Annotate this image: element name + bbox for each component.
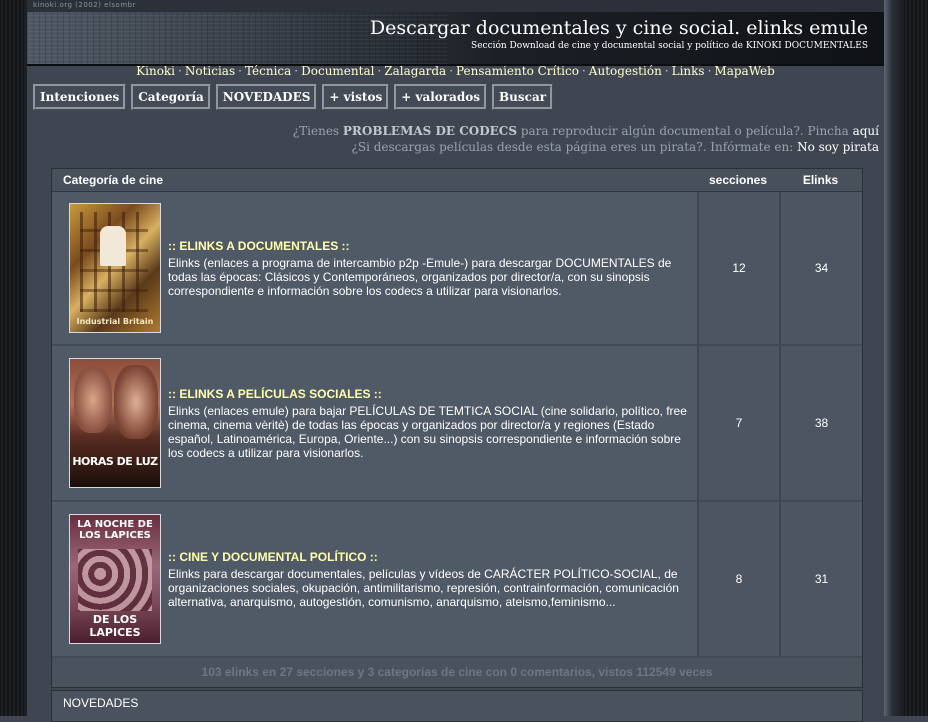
elinks-count: 31: [779, 502, 862, 656]
codecs-help-link[interactable]: aquí: [853, 124, 879, 138]
poster-caption-bottom: DE LOS LAPICES: [89, 613, 141, 639]
left-decorative-border: [0, 0, 24, 716]
poster-caption: Industrial Britain: [76, 317, 154, 326]
no-soy-pirata-link[interactable]: No soy pirata: [797, 140, 879, 154]
category-cell: LA NOCHE DE LOS LAPICES DE LOS LAPICES :…: [52, 502, 697, 656]
poster-face-right: [114, 365, 158, 439]
category-link-documentales[interactable]: :: ELINKS A DOCUMENTALES ::: [168, 239, 350, 253]
banner-subtitle: Sección Download de cine y documental so…: [471, 41, 868, 51]
column-header-elinks: Elinks: [802, 173, 839, 187]
poster-peliculas-sociales[interactable]: HORAS DE LUZ: [69, 358, 161, 488]
piracy-notice: ¿Si descargas películas desde esta págin…: [351, 140, 879, 154]
category-desc-text: Elinks (enlaces emule) para bajar PELÍCU…: [168, 403, 687, 460]
top-strip-text: kinoki.org (2002) elsombr: [33, 1, 136, 9]
novedades-button[interactable]: NOVEDADES: [215, 84, 318, 110]
poster-caption: HORAS DE LUZ: [72, 455, 158, 468]
category-cell: Industrial Britain :: ELINKS A DOCUMENTA…: [52, 192, 697, 344]
banner-title: Descargar documentales y cine social. el…: [369, 17, 868, 39]
right-frame-edge: [884, 0, 904, 716]
table-header: Categoría de cine secciones Elinks: [52, 169, 862, 192]
nav-separator: ·: [178, 64, 182, 78]
buscar-button[interactable]: Buscar: [492, 84, 554, 110]
poster-cine-politico[interactable]: LA NOCHE DE LOS LAPICES DE LOS LAPICES: [69, 514, 161, 644]
poster-caption-top: LA NOCHE DE LOS LAPICES: [77, 519, 153, 541]
nav-separator: ·: [377, 64, 382, 78]
poster-figure: [100, 226, 126, 266]
table-row: LA NOCHE DE LOS LAPICES DE LOS LAPICES :…: [52, 502, 862, 658]
nav-separator: ·: [294, 64, 299, 78]
stats-footer: 103 elinks en 27 secciones y 3 categoría…: [52, 658, 862, 687]
elinks-count: 38: [779, 346, 862, 500]
nav-separator: ·: [581, 64, 586, 78]
nav-link-zalagarda[interactable]: Zalagarda: [384, 64, 446, 78]
nav-link-kinoki[interactable]: Kinoki: [136, 64, 175, 78]
nav-link-pensamiento-critico[interactable]: Pensamiento Crítico: [456, 64, 579, 78]
category-description: :: ELINKS A DOCUMENTALES :: Elinks (enla…: [168, 239, 697, 298]
mas-valorados-button[interactable]: + valorados: [394, 84, 488, 110]
intenciones-button[interactable]: Intenciones: [33, 84, 127, 110]
sections-count: 8: [697, 502, 779, 656]
novedades-panel: NOVEDADES: [51, 690, 863, 722]
novedades-header: NOVEDADES: [63, 696, 139, 710]
category-link-peliculas-sociales[interactable]: :: ELINKS A PELÍCULAS SOCIALES ::: [168, 387, 382, 401]
nav-separator: ·: [238, 64, 242, 78]
elinks-count: 34: [779, 192, 862, 344]
section-button-bar: Intenciones Categoría NOVEDADES + vistos…: [33, 84, 554, 110]
poster-faces: [78, 549, 152, 611]
nav-separator: ·: [664, 64, 669, 78]
codecs-notice-text: ¿Tienes: [292, 124, 343, 138]
table-row: Industrial Britain :: ELINKS A DOCUMENTA…: [52, 192, 862, 346]
codecs-notice-text-2: para reproducir algún documental o pelíc…: [517, 124, 853, 138]
nav-link-autogestion[interactable]: Autogestión: [589, 64, 662, 78]
categoria-button[interactable]: Categoría: [131, 84, 211, 110]
category-link-cine-politico[interactable]: :: CINE Y DOCUMENTAL POLÍTICO ::: [168, 550, 378, 564]
category-description: :: CINE Y DOCUMENTAL POLÍTICO :: Elinks …: [168, 550, 697, 609]
top-strip: kinoki.org (2002) elsombr: [27, 0, 884, 12]
table-row: HORAS DE LUZ :: ELINKS A PELÍCULAS SOCIA…: [52, 346, 862, 502]
codecs-notice-bold: PROBLEMAS DE CODECS: [342, 124, 518, 138]
poster-face-left: [74, 367, 112, 433]
category-desc-text: Elinks para descargar documentales, pelí…: [168, 566, 679, 609]
sections-count: 12: [697, 192, 779, 344]
nav-separator: ·: [707, 64, 712, 78]
category-description: :: ELINKS A PELÍCULAS SOCIALES :: Elinks…: [168, 387, 697, 460]
column-header-sections: secciones: [708, 173, 768, 187]
right-decorative-border: [904, 0, 928, 716]
poster-documentales[interactable]: Industrial Britain: [69, 203, 161, 333]
category-cell: HORAS DE LUZ :: ELINKS A PELÍCULAS SOCIA…: [52, 346, 697, 500]
sections-count: 7: [697, 346, 779, 500]
nav-link-noticias[interactable]: Noticias: [185, 64, 235, 78]
nav-link-mapaweb[interactable]: MapaWeb: [714, 64, 774, 78]
nav-link-links[interactable]: Links: [672, 64, 705, 78]
codecs-notice: ¿Tienes PROBLEMAS DE CODECS para reprodu…: [293, 124, 879, 138]
piracy-notice-text: ¿Si descargas películas desde esta págin…: [351, 140, 798, 154]
mas-vistos-button[interactable]: + vistos: [322, 84, 390, 110]
category-desc-text: Elinks (enlaces a programa de intercambi…: [168, 255, 672, 298]
nav-link-tecnica[interactable]: Técnica: [245, 64, 291, 78]
site-banner: Descargar documentales y cine social. el…: [27, 12, 884, 66]
nav-separator: ·: [449, 64, 454, 78]
main-nav: Kinoki · Noticias · Técnica · Documental · Zalag…: [27, 64, 884, 78]
left-frame-edge: [24, 0, 27, 716]
category-table: Categoría de cine secciones Elinks Indus…: [51, 168, 863, 688]
column-header-category: Categoría de cine: [63, 173, 164, 187]
nav-link-documental[interactable]: Documental: [301, 64, 374, 78]
